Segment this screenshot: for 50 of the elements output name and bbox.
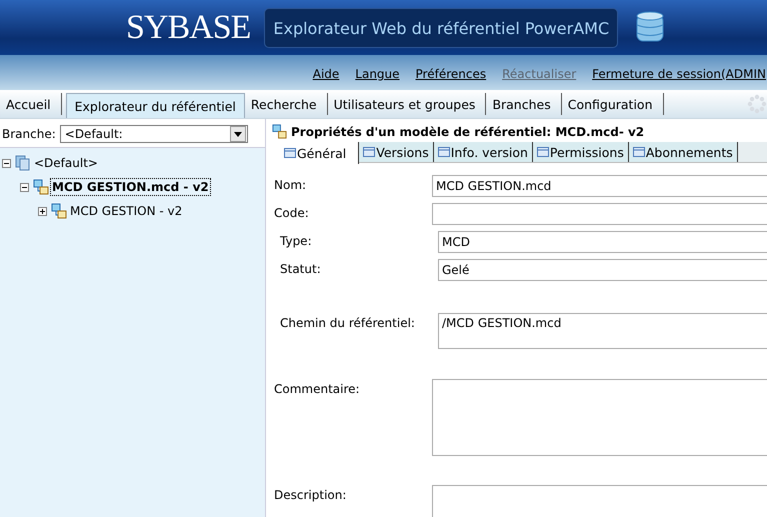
repository-icon xyxy=(15,155,31,171)
nav-tab[interactable]: Accueil xyxy=(0,93,62,115)
tree-item[interactable]: MCD GESTION - v2 xyxy=(68,202,184,220)
expand-icon[interactable] xyxy=(38,206,47,216)
text-field[interactable]: MCD GESTION.mcd xyxy=(432,175,767,197)
header-link[interactable]: Fermeture de session(ADMIN xyxy=(592,67,766,81)
property-tab[interactable]: Abonnements xyxy=(628,142,738,162)
text-field[interactable] xyxy=(432,203,767,225)
panel-title: Propriétés d'un modèle de référentiel: MCD.mcd- v2 xyxy=(291,124,644,138)
field-label: Statut: xyxy=(279,261,322,276)
nav-tab[interactable]: Explorateur du référentiel xyxy=(66,93,245,118)
text-field[interactable]: MCD xyxy=(438,231,767,253)
property-tab[interactable]: Info. version xyxy=(434,142,533,162)
tab-icon xyxy=(632,146,645,158)
path-field[interactable]: /MCD GESTION.mcd xyxy=(438,313,767,349)
database-icon xyxy=(636,10,664,44)
tree-item[interactable]: <Default> xyxy=(32,154,100,172)
branch-dropdown[interactable]: <Default: xyxy=(60,125,248,143)
tab-icon xyxy=(363,146,376,158)
model-icon xyxy=(33,179,49,195)
header-link[interactable]: Aide xyxy=(312,67,340,81)
nav-tab[interactable]: Configuration xyxy=(562,93,664,115)
field-label: Description: xyxy=(274,487,348,502)
tab-icon xyxy=(438,146,450,158)
property-tab[interactable]: Permissions xyxy=(532,142,629,162)
property-tab[interactable]: Versions xyxy=(359,142,434,162)
text-field[interactable]: Gelé xyxy=(438,259,767,281)
header-link[interactable]: Langue xyxy=(355,67,400,81)
collapse-icon[interactable] xyxy=(2,158,11,168)
model-icon xyxy=(51,203,67,219)
header-link[interactable]: Préférences xyxy=(416,67,486,81)
property-tab[interactable]: Général xyxy=(270,142,360,164)
logo: SYBASE xyxy=(126,8,250,46)
tree-item[interactable]: MCD GESTION.mcd - v2 xyxy=(50,178,211,196)
field-label: Commentaire: xyxy=(274,381,361,396)
field-label: Type: xyxy=(279,233,313,248)
tab-icon xyxy=(536,146,549,158)
branch-label: Branche: xyxy=(2,127,56,141)
collapse-icon[interactable] xyxy=(20,182,29,192)
nav-tab[interactable]: Recherche xyxy=(244,93,328,115)
nav-tab[interactable]: Utilisateurs et groupes xyxy=(328,93,486,115)
field-label: Nom: xyxy=(274,177,308,192)
field-label: Chemin du référentiel: xyxy=(279,315,416,330)
tab-icon xyxy=(284,147,296,159)
app-title: Explorateur Web du référentiel PowerAMC xyxy=(264,8,618,48)
nav-tab[interactable]: Branches xyxy=(486,93,562,115)
dropdown-arrow-icon xyxy=(234,132,242,136)
model-icon xyxy=(272,124,287,139)
field-label: Code: xyxy=(274,205,310,220)
loading-icon xyxy=(747,94,767,114)
